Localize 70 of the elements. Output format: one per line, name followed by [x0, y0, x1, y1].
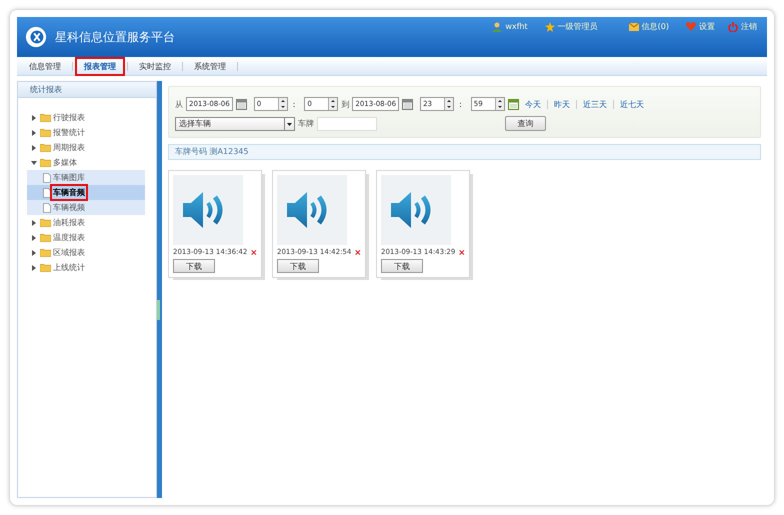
collapsed-arrow-icon [31, 114, 37, 120]
folder-icon [40, 143, 51, 152]
query-button[interactable]: 查询 [505, 116, 546, 131]
download-button[interactable]: 下载 [173, 259, 215, 273]
calendar-icon[interactable] [236, 98, 247, 110]
nav-tab[interactable]: 报表管理 [75, 56, 125, 76]
mail-icon [628, 22, 639, 30]
tree-leaf[interactable]: 车辆音频 [27, 185, 145, 200]
tree-item[interactable]: 上线统计 [31, 260, 85, 275]
delete-icon[interactable] [355, 248, 361, 256]
tree-leaf[interactable]: 车辆视频 [27, 200, 145, 215]
vehicle-select[interactable]: 选择车辆 [175, 116, 295, 130]
calendar-icon[interactable] [508, 98, 519, 110]
quick-date-link[interactable]: 昨天 [550, 98, 573, 110]
from-label: 从 [175, 98, 183, 110]
header-link[interactable]: 信息(0) [642, 21, 669, 32]
plate-field[interactable] [317, 116, 377, 130]
tree-leaf[interactable]: 车辆图库 [27, 170, 145, 185]
sidebar-title: 统计报表 [18, 82, 156, 98]
tree-item[interactable]: 温度报表 [31, 230, 85, 245]
star-icon [544, 22, 555, 32]
tree-item[interactable]: 报警统计 [31, 125, 85, 140]
heart-icon [686, 22, 696, 31]
expanded-arrow-icon [31, 160, 37, 166]
platform-title: 星科信息位置服务平台 [55, 28, 175, 46]
delete-icon[interactable] [459, 248, 465, 256]
folder-icon [40, 158, 51, 167]
user-icon [492, 22, 502, 32]
header-link[interactable]: 注销 [741, 21, 757, 32]
calendar-icon[interactable] [402, 98, 414, 110]
delete-icon[interactable] [251, 248, 257, 256]
quick-date-link[interactable]: 今天 [522, 98, 544, 110]
audio-thumbnail[interactable] [173, 175, 243, 245]
plate-label: 车牌 [298, 118, 314, 129]
audio-thumbnail[interactable] [277, 175, 347, 245]
tree-item[interactable]: 区域报表 [31, 245, 85, 260]
caret-icon [284, 118, 294, 130]
header-link[interactable]: 设置 [699, 21, 715, 32]
download-button[interactable]: 下载 [381, 259, 423, 273]
folder-icon [40, 128, 51, 137]
nav-tab[interactable]: 实时监控 [130, 56, 180, 76]
logo-icon [25, 26, 47, 48]
username: wxfht [505, 22, 528, 31]
time-separator: : [292, 100, 296, 108]
folder-icon [40, 113, 51, 122]
quick-date-link[interactable]: 近三天 [580, 98, 610, 110]
plate-info-bar: 车牌号码 测A12345 [168, 144, 761, 160]
time-separator: : [459, 100, 462, 108]
collapsed-arrow-icon [31, 220, 37, 226]
nav-tab[interactable]: 信息管理 [20, 56, 70, 76]
folder-icon [40, 233, 51, 242]
tree-item[interactable]: 行驶报表 [31, 110, 85, 125]
power-icon [728, 22, 738, 32]
folder-icon [40, 263, 51, 272]
collapsed-arrow-icon [31, 130, 37, 136]
nav-tab[interactable]: 系统管理 [185, 56, 235, 76]
collapsed-arrow-icon [31, 144, 37, 150]
tree-item[interactable]: 多媒体 [31, 155, 77, 170]
collapsed-arrow-icon [31, 250, 37, 256]
tree-item[interactable]: 油耗报表 [31, 215, 85, 230]
folder-icon [40, 248, 51, 257]
user-role: 一级管理员 [558, 21, 598, 32]
folder-icon [40, 218, 51, 227]
collapsed-arrow-icon [31, 264, 37, 270]
quick-date-link[interactable]: 近七天 [616, 98, 647, 110]
tree-item[interactable]: 周期报表 [31, 140, 85, 155]
to-label: 到 [341, 98, 350, 110]
audio-thumbnail[interactable] [381, 175, 451, 245]
collapsed-arrow-icon [31, 234, 37, 240]
download-button[interactable]: 下载 [277, 259, 319, 273]
